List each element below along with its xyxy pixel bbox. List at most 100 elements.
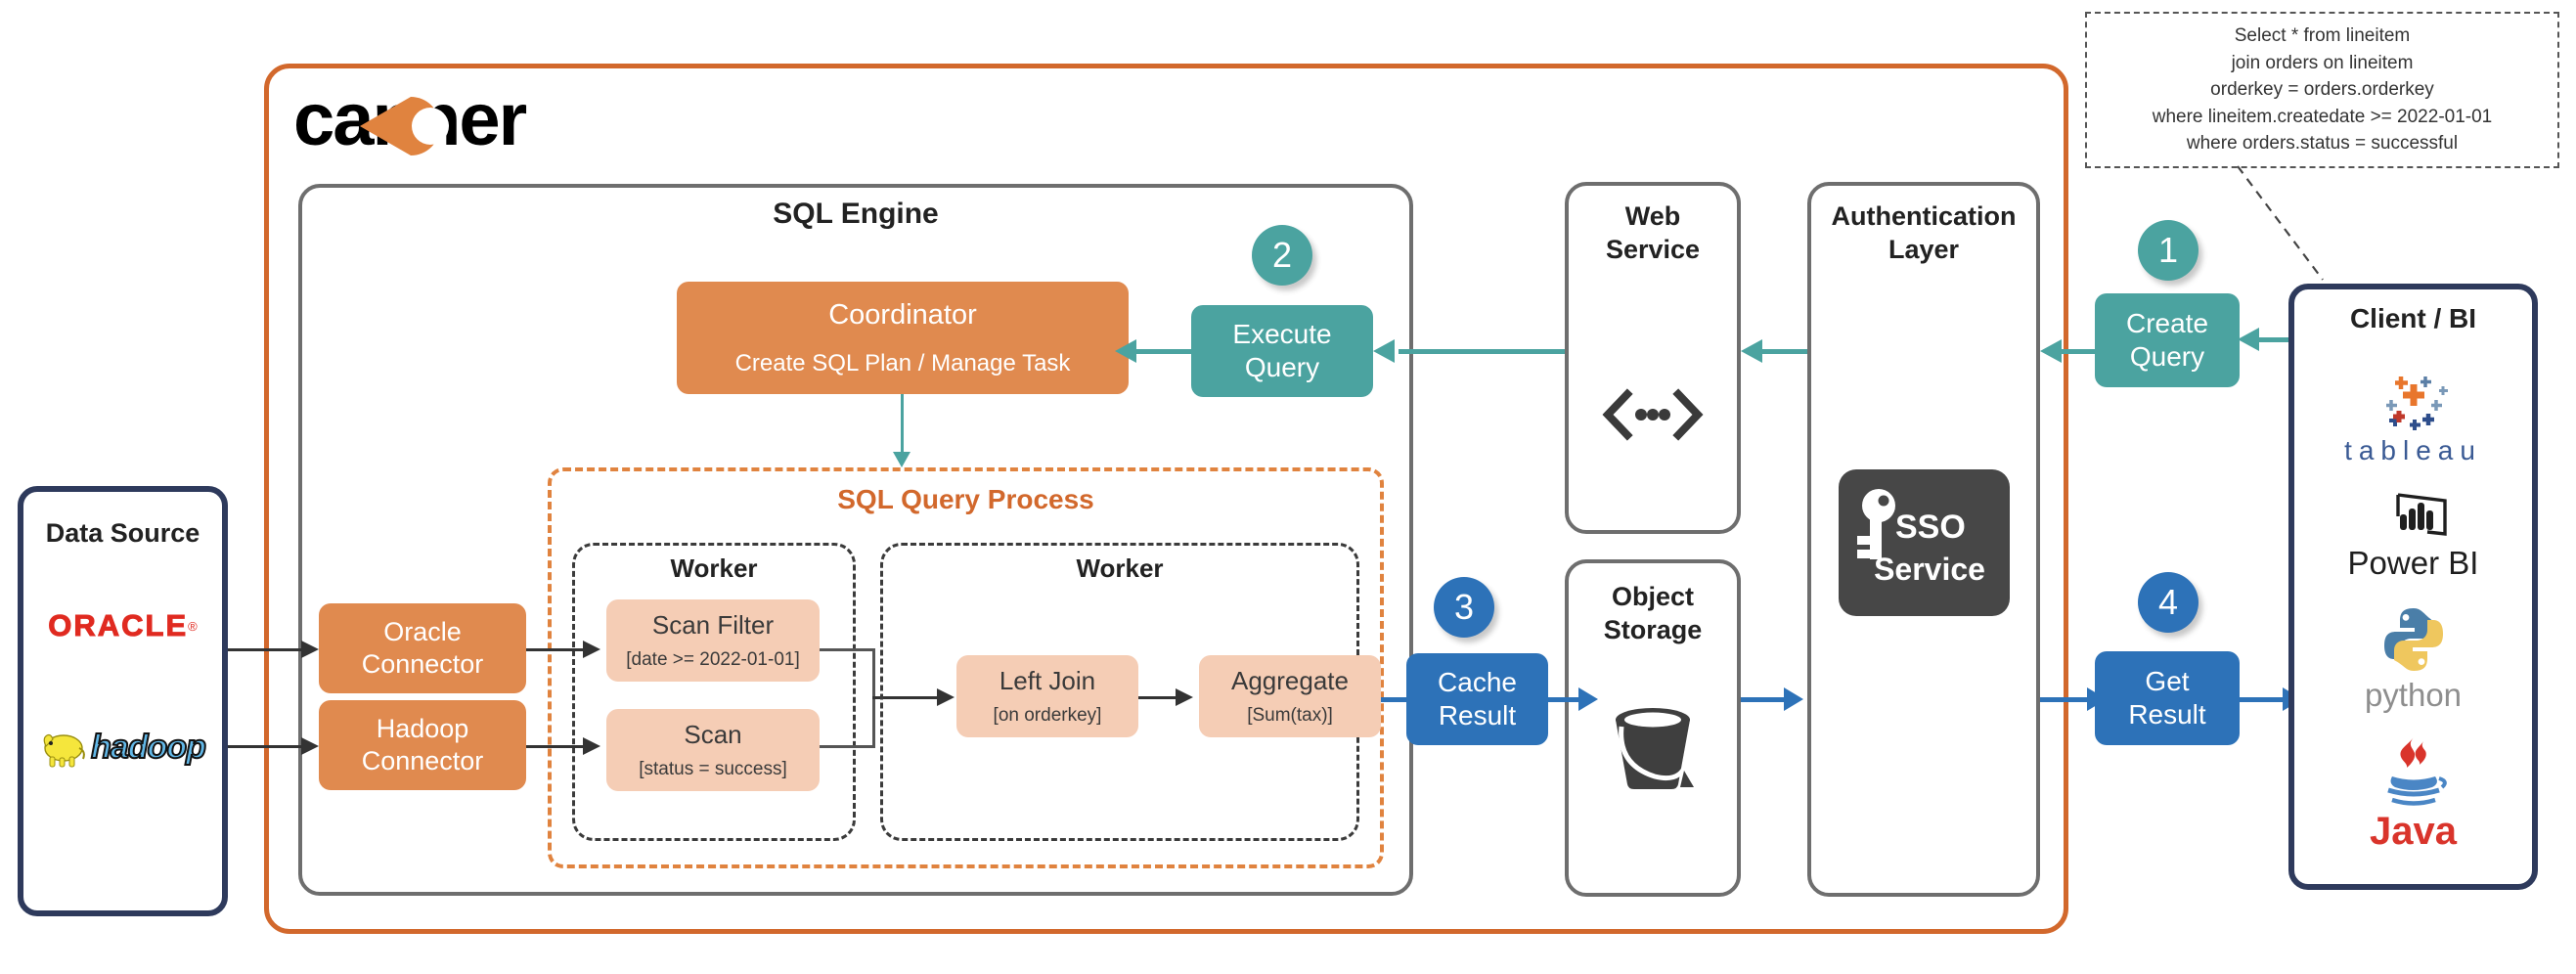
scan-filter-box[interactable]: Scan Filter [date >= 2022-01-01] bbox=[606, 599, 820, 682]
create-query-box[interactable]: Create Query bbox=[2095, 293, 2240, 387]
python-logo: python bbox=[2288, 598, 2538, 720]
auth-to-web-arrowhead bbox=[1741, 339, 1762, 363]
step-2-badge: 2 bbox=[1252, 225, 1312, 286]
web-service-line2: Service bbox=[1605, 234, 1701, 264]
step-4-number: 4 bbox=[2157, 582, 2179, 622]
cache-to-storage-line bbox=[1548, 697, 1582, 702]
sql-engine-title: SQL Engine bbox=[773, 198, 939, 230]
leftjoin-to-aggregate-arrowhead bbox=[1176, 688, 1193, 706]
scan-merge-line bbox=[820, 745, 875, 748]
powerbi-wordmark: Power BI bbox=[2347, 544, 2479, 581]
hadoop-elephant-icon bbox=[43, 733, 85, 768]
web-to-execute-arrowhead bbox=[1373, 339, 1395, 363]
step-4-badge: 4 bbox=[2138, 572, 2198, 633]
left-join-detail: [on orderkey] bbox=[993, 704, 1102, 726]
canner-logo-pin-icon bbox=[360, 97, 449, 155]
oracle-connector-line2: Connector bbox=[361, 649, 484, 679]
hadoop-connector-box[interactable]: Hadoop Connector bbox=[319, 700, 526, 790]
object-storage-line1: Object bbox=[1611, 582, 1695, 611]
scan-filter-name: Scan Filter bbox=[651, 610, 775, 641]
hadoop-connector-to-worker-arrowhead bbox=[583, 737, 600, 755]
coordinator-title: Coordinator bbox=[828, 299, 977, 332]
coordinator-subtitle: Create SQL Plan / Manage Task bbox=[734, 349, 1071, 376]
oracle-registered-icon: ® bbox=[188, 618, 198, 634]
storage-to-auth-line bbox=[1741, 697, 1788, 702]
coordinator-box[interactable]: Coordinator Create SQL Plan / Manage Tas… bbox=[677, 282, 1129, 394]
sql-query-process-title: SQL Query Process bbox=[837, 484, 1094, 514]
execute-query-line2: Query bbox=[1244, 352, 1320, 382]
auth-to-web-line bbox=[1760, 349, 1807, 354]
scan-filter-detail: [date >= 2022-01-01] bbox=[626, 648, 800, 670]
hadoop-to-connector-arrowhead bbox=[301, 737, 319, 755]
hadoop-logo-text: hadoop bbox=[90, 728, 207, 767]
canner-logo: canner bbox=[293, 76, 665, 164]
bucket-icon bbox=[1616, 708, 1694, 789]
java-coffee-icon bbox=[2386, 736, 2447, 806]
object-storage-title: Object Storage bbox=[1565, 581, 1741, 647]
auth-layer-title: Authentication Layer bbox=[1807, 200, 2040, 267]
worker-1-container bbox=[572, 543, 856, 841]
sso-service-badge[interactable]: SSO Service bbox=[1839, 469, 2010, 616]
step-3-badge: 3 bbox=[1434, 577, 1494, 638]
step-1-badge: 1 bbox=[2138, 220, 2198, 281]
cache-result-line1: Cache bbox=[1438, 666, 1517, 697]
powerbi-chart-icon bbox=[2395, 492, 2447, 536]
oracle-connector-line1: Oracle bbox=[383, 617, 462, 647]
hadoop-logo: hadoop bbox=[18, 719, 228, 775]
callout-line-3: orderkey = orders.orderkey bbox=[2210, 79, 2434, 101]
cache-result-box[interactable]: Cache Result bbox=[1406, 653, 1548, 745]
oracle-connector-to-worker-line bbox=[526, 648, 587, 651]
coordinator-to-process-line bbox=[901, 394, 904, 455]
hadoop-connector-to-worker-line bbox=[526, 745, 587, 748]
hadoop-connector-line2: Connector bbox=[361, 746, 484, 775]
python-snakes-icon bbox=[2383, 608, 2443, 671]
create-to-auth-arrowhead bbox=[2040, 339, 2062, 363]
data-source-title: Data Source bbox=[45, 518, 200, 548]
step-1-number: 1 bbox=[2157, 230, 2179, 270]
leftjoin-to-aggregate-line bbox=[1138, 696, 1179, 699]
callout-line-4: where lineitem.createdate >= 2022-01-01 bbox=[2152, 106, 2493, 127]
getresult-to-client-line bbox=[2240, 697, 2287, 702]
cache-result-line2: Result bbox=[1438, 700, 1517, 730]
oracle-logo-text: ORACLE bbox=[48, 608, 189, 643]
get-result-line1: Get bbox=[2145, 665, 2190, 696]
tableau-wordmark: tableau bbox=[2344, 435, 2482, 465]
get-result-line2: Result bbox=[2128, 699, 2206, 730]
aggregate-box[interactable]: Aggregate [Sum(tax)] bbox=[1199, 655, 1381, 737]
cache-to-storage-arrowhead bbox=[1578, 687, 1598, 711]
auth-layer-line2: Layer bbox=[1888, 234, 1960, 264]
storage-to-auth-arrowhead bbox=[1784, 687, 1803, 711]
powerbi-logo: Power BI bbox=[2288, 481, 2538, 591]
create-query-line2: Query bbox=[2129, 341, 2205, 372]
client-bi-title: Client / BI bbox=[2349, 303, 2477, 333]
scan-detail: [status = success] bbox=[639, 758, 787, 779]
scan-box[interactable]: Scan [status = success] bbox=[606, 709, 820, 791]
execute-to-coordinator-arrowhead bbox=[1115, 339, 1136, 363]
callout-line-5: where orders.status = successful bbox=[2186, 133, 2459, 155]
step-2-number: 2 bbox=[1271, 235, 1293, 275]
web-service-title: Web Service bbox=[1565, 200, 1741, 267]
aggregate-detail: [Sum(tax)] bbox=[1247, 704, 1333, 726]
worker-1-title: Worker bbox=[670, 553, 758, 583]
java-wordmark: Java bbox=[2370, 809, 2457, 853]
hadoop-to-connector-line bbox=[228, 745, 306, 748]
python-wordmark: python bbox=[2364, 677, 2463, 713]
callout-line-2: join orders on lineitem bbox=[2231, 52, 2414, 73]
auth-layer-line1: Authentication bbox=[1831, 201, 2017, 231]
scan-name: Scan bbox=[684, 720, 742, 750]
web-to-execute-line bbox=[1399, 349, 1565, 354]
left-join-box[interactable]: Left Join [on orderkey] bbox=[956, 655, 1138, 737]
client-to-create-arrowhead bbox=[2238, 328, 2259, 351]
oracle-to-connector-line bbox=[228, 648, 306, 651]
get-result-box[interactable]: Get Result bbox=[2095, 651, 2240, 745]
sql-query-callout: Select * from lineitem join orders on li… bbox=[2085, 12, 2559, 168]
execute-to-coordinator-line bbox=[1136, 349, 1193, 354]
web-service-line1: Web bbox=[1624, 201, 1681, 231]
auth-to-getresult-line bbox=[2040, 697, 2091, 702]
sso-label-line1: SSO bbox=[1895, 509, 1966, 546]
tableau-logo: tableau bbox=[2288, 364, 2538, 473]
api-code-icon bbox=[1602, 388, 1704, 441]
execute-query-line1: Execute bbox=[1232, 318, 1332, 349]
execute-query-box[interactable]: Execute Query bbox=[1191, 305, 1373, 397]
oracle-connector-box[interactable]: Oracle Connector bbox=[319, 603, 526, 693]
